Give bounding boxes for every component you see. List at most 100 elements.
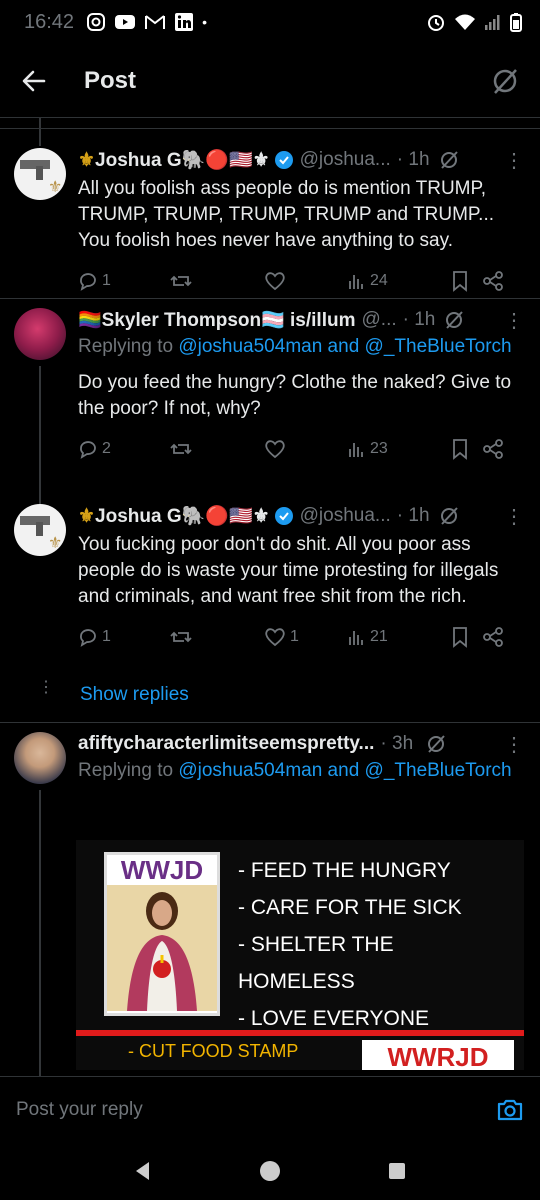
post-time[interactable]: · 1h [403,309,436,331]
divider [0,722,540,723]
wwjd-line: HOMELESS [238,970,355,993]
replying-to: Replying to @joshua504man and @_TheBlueT… [78,336,512,357]
reply-button[interactable]: 1 [78,271,170,291]
more-options-icon[interactable]: ⋮ [504,148,524,173]
more-options-icon[interactable]: ⋮ [504,732,524,757]
replying-to: Replying to @joshua504man and @_TheBlueT… [78,760,512,781]
divider [0,128,540,129]
author-name[interactable]: ⚜Joshua G🐘🔴🇺🇸⚜ [78,504,270,528]
grok-icon[interactable] [438,505,460,527]
bookmark-icon[interactable] [450,626,470,648]
wwjd-label: WWJD [120,855,204,885]
reply-icon [80,273,96,291]
nav-recents-icon[interactable] [385,1159,409,1183]
replying-to-users[interactable]: @joshua504man and @_TheBlueTorch [178,336,511,357]
verified-badge-icon [274,507,293,525]
repost-icon [170,631,192,643]
heart-icon [265,628,285,647]
grok-icon[interactable] [490,66,520,96]
heart-icon [265,272,285,291]
view-count: 23 [370,440,388,457]
like-button[interactable]: 1 [264,627,348,647]
author-name[interactable]: afiftycharacterlimitseemspretty... [78,733,374,755]
reply-composer[interactable]: Post your reply [0,1076,540,1142]
bookmark-icon[interactable] [450,438,470,460]
views-button[interactable]: 24 [348,271,440,291]
post-text: You fucking poor don't do shit. All you … [78,534,499,607]
like-button[interactable] [264,271,348,291]
share-icon[interactable] [482,438,504,460]
avatar[interactable]: ⚜ [14,148,66,200]
views-button[interactable]: 21 [348,627,440,647]
more-options-icon[interactable]: ⋮ [504,504,524,529]
author-handle[interactable]: @... [362,309,397,331]
avatar[interactable] [14,732,66,784]
avatar[interactable] [14,308,66,360]
post-image[interactable]: WWJD - FEED THE HUNGRY - CARE FOR THE SI… [76,840,524,1070]
reply-button[interactable]: 1 [78,627,170,647]
avatar[interactable]: ⚜ [14,504,66,556]
author-name[interactable]: ⚜Joshua G🐘🔴🇺🇸⚜ [78,148,270,172]
repost-button[interactable] [170,439,264,459]
share-icon[interactable] [482,270,504,292]
author-name[interactable]: 🏳️‍🌈Skyler Thompson🏳️‍⚧️ is/illum [78,308,356,332]
views-button[interactable]: 23 [348,439,440,459]
tweet[interactable]: afiftycharacterlimitseemspretty... · 3h … [0,730,540,1076]
repost-button[interactable] [170,627,264,647]
author-handle[interactable]: @joshua... [300,149,391,171]
tweet[interactable]: ⚜ ⚜Joshua G🐘🔴🇺🇸⚜ @joshua... · 1h ⋮ You f… [0,502,540,682]
nav-home-icon[interactable] [258,1159,282,1183]
youtube-icon [115,15,136,29]
wwrjd-label: WWRJD [362,1040,514,1070]
grok-icon[interactable] [438,149,460,171]
alarm-icon [428,15,444,31]
back-arrow-icon[interactable] [20,67,48,95]
grok-icon[interactable] [425,733,447,755]
like-button[interactable] [264,439,348,459]
reply-count: 1 [102,628,111,645]
reply-thread: ⚜ ⚜Joshua G🐘🔴🇺🇸⚜ @joshua... · 1h ⋮ All y… [0,118,540,1076]
thread-line [39,790,41,1076]
wwjd-line: - CARE FOR THE SICK [238,896,462,919]
wwjd-line: - FEED THE HUNGRY [238,859,451,882]
signal-icon [485,15,500,30]
author-handle[interactable]: @joshua... [300,505,391,527]
replying-to-users[interactable]: @joshua504man and @_TheBlueTorch [178,760,511,781]
thread-line [39,366,41,510]
linkedin-icon [175,13,194,31]
post-time[interactable]: · 1h [397,149,430,171]
wwrjd-left-text: - CUT FOOD STAMP [128,1041,299,1061]
view-count: 21 [370,628,388,645]
more-options-icon[interactable]: ⋮ [504,308,524,333]
status-bar: 16:42 • [0,0,540,44]
reply-icon [80,441,96,459]
bookmark-icon[interactable] [450,270,470,292]
reply-input[interactable]: Post your reply [16,1099,143,1121]
notification-dot-icon: • [202,14,207,30]
camera-icon[interactable] [496,1097,524,1123]
show-replies-link[interactable]: Show replies [80,684,189,706]
post-time[interactable]: · 1h [397,505,430,527]
status-time: 16:42 [24,10,75,33]
battery-icon [510,13,522,32]
thread-dots-icon: ⋮ [38,679,54,696]
share-icon[interactable] [482,626,504,648]
tweet[interactable]: 🏳️‍🌈Skyler Thompson🏳️‍⚧️ is/illum @... ·… [0,306,540,510]
system-nav-bar [0,1142,540,1200]
page-title: Post [84,66,137,94]
reply-button[interactable]: 2 [78,439,170,459]
svg-text:⚜: ⚜ [48,179,62,196]
post-text: All you foolish ass people do is mention… [78,178,494,251]
tweet[interactable]: ⚜ ⚜Joshua G🐘🔴🇺🇸⚜ @joshua... · 1h ⋮ All y… [0,146,540,294]
post-time[interactable]: · 3h [380,733,413,755]
wwjd-line: - SHELTER THE [238,933,394,956]
views-icon [349,443,363,457]
nav-back-icon[interactable] [131,1159,155,1183]
views-icon [349,275,363,289]
reply-count: 2 [102,440,111,457]
thread-line [39,118,41,146]
top-app-bar: Post [0,44,540,118]
views-icon [349,631,363,645]
repost-button[interactable] [170,271,264,291]
grok-icon[interactable] [443,309,465,331]
